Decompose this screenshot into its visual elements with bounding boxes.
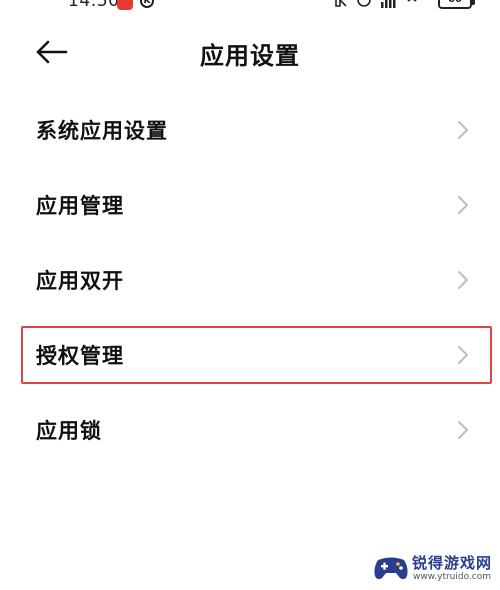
menu-item-permission-management[interactable]: 授权管理	[0, 317, 500, 392]
watermark: 锐得游戏网 www.ytruido.com	[372, 552, 496, 586]
status-time: 14:50	[68, 0, 120, 11]
mute-icon	[335, 0, 347, 7]
watermark-title: 锐得游戏网	[412, 554, 493, 572]
battery-icon: 66	[438, 0, 475, 9]
gamepad-logo-icon	[374, 557, 408, 580]
status-bar: 14:50 K 66	[0, 0, 500, 14]
header: 应用设置	[0, 28, 500, 76]
menu-item-dual-apps[interactable]: 应用双开	[0, 242, 500, 317]
wifi-icon	[407, 0, 417, 2]
chevron-right-icon	[458, 195, 468, 214]
menu-item-label: 应用锁	[36, 418, 102, 443]
battery-level: 66	[440, 0, 470, 5]
chevron-right-icon	[458, 345, 468, 364]
menu-item-app-lock[interactable]: 应用锁	[0, 392, 500, 467]
menu-item-label: 应用双开	[36, 268, 124, 293]
chevron-right-icon	[458, 270, 468, 289]
signal-icon	[381, 0, 396, 8]
menu-item-system-app-settings[interactable]: 系统应用设置	[0, 92, 500, 167]
menu-item-label: 授权管理	[36, 343, 124, 368]
chevron-right-icon	[458, 120, 468, 139]
menu-item-label: 应用管理	[36, 193, 124, 218]
status-icons	[332, 0, 420, 10]
page-title: 应用设置	[200, 42, 300, 70]
settings-menu: 系统应用设置 应用管理 应用双开 授权管理 应用锁	[0, 92, 500, 467]
notification-badge-icon	[117, 0, 133, 10]
k-icon: K	[140, 0, 154, 8]
menu-item-app-management[interactable]: 应用管理	[0, 167, 500, 242]
menu-item-label: 系统应用设置	[36, 118, 168, 143]
watermark-url: www.ytruido.com	[413, 572, 492, 582]
alarm-icon	[357, 0, 371, 7]
chevron-right-icon	[458, 420, 468, 439]
